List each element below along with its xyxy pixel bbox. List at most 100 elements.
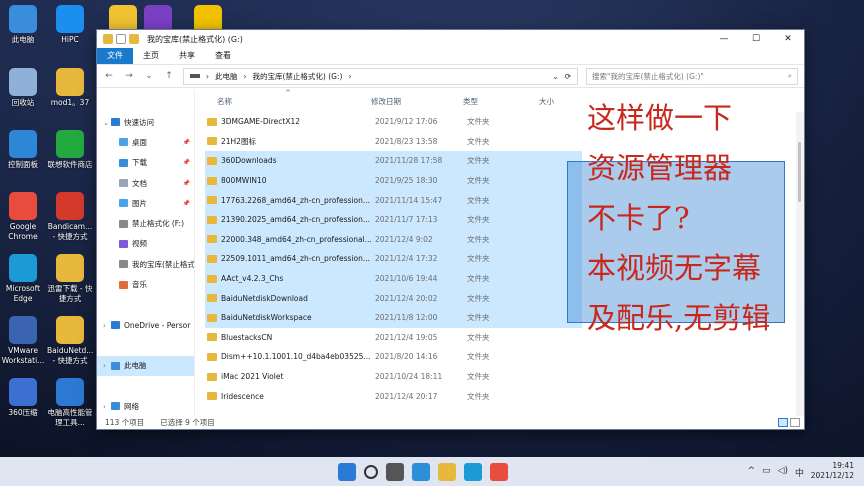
taskbar-edge-icon[interactable]: [464, 463, 482, 481]
table-row[interactable]: 22509.1011_amd64_zh-cn_profession... 2021…: [205, 249, 582, 269]
desktop-icon[interactable]: 此电脑: [0, 5, 46, 45]
minimize-button[interactable]: —: [708, 30, 740, 48]
desktop-icon[interactable]: 控制面板: [0, 130, 46, 170]
column-type[interactable]: 类型: [463, 96, 539, 107]
table-row[interactable]: 3DMGAME-DirectX12 2021/9/12 17:06 文件夹: [205, 112, 582, 132]
maximize-button[interactable]: ☐: [740, 30, 772, 48]
chevron-down-icon[interactable]: ⌄: [552, 72, 558, 81]
nav-item[interactable]: 桌面 📌: [97, 132, 194, 152]
column-name[interactable]: 名称: [217, 96, 371, 107]
taskbar-start-icon[interactable]: [338, 463, 356, 481]
taskbar-explorer-icon[interactable]: [438, 463, 456, 481]
table-row[interactable]: 360Downloads 2021/11/28 17:58 文件夹: [205, 151, 582, 171]
desktop-icon[interactable]: HiPC: [47, 5, 93, 45]
ime-icon[interactable]: 中: [795, 466, 804, 479]
nav-item[interactable]: 视频: [97, 234, 194, 254]
desktop-icon[interactable]: VMware Workstati...: [0, 316, 46, 366]
chevron-up-icon[interactable]: ^: [747, 466, 755, 479]
chevron-right-icon[interactable]: ›: [103, 321, 111, 330]
tiles-view-icon[interactable]: [790, 418, 800, 427]
taskbar-task-view-icon[interactable]: [386, 463, 404, 481]
path-segment-this-pc[interactable]: 此电脑: [215, 71, 238, 82]
desktop-icon[interactable]: BaiduNetd... - 快捷方式: [47, 316, 93, 366]
file-name: Dism++10.1.1001.10_d4ba4eb03525...: [221, 352, 371, 362]
file-date: 2021/12/4 9:02: [375, 234, 433, 244]
chevron-right-icon[interactable]: ›: [103, 361, 111, 370]
up-icon[interactable]: ↑: [163, 71, 175, 81]
table-row[interactable]: BaiduNetdiskDownload 2021/12/4 20:02 文件夹: [205, 288, 582, 308]
checkbox-icon[interactable]: [116, 34, 126, 44]
desktop-icon[interactable]: 360压缩: [0, 378, 46, 418]
search-placeholder: 搜索"我的宝库(禁止格式化) (G:)": [592, 71, 704, 81]
search-input[interactable]: 搜索"我的宝库(禁止格式化) (G:)" ⌕: [586, 67, 798, 85]
nav-item[interactable]: › 网络: [97, 396, 194, 416]
taskbar-search-icon[interactable]: [364, 465, 378, 479]
nav-item[interactable]: [97, 335, 194, 355]
nav-item[interactable]: ⌄ 快速访问: [97, 112, 194, 132]
ribbon-tab[interactable]: 主页: [133, 48, 169, 64]
scroll-thumb[interactable]: [798, 142, 801, 202]
desktop-icon[interactable]: Microsoft Edge: [0, 254, 46, 304]
folder-icon: [207, 313, 217, 322]
folder-icon[interactable]: [129, 34, 139, 44]
taskbar-chrome-icon[interactable]: [490, 463, 508, 481]
nav-item[interactable]: [97, 376, 194, 396]
nav-item[interactable]: 音乐: [97, 274, 194, 294]
table-row[interactable]: 22000.348_amd64_zh-cn_professional... 202…: [205, 229, 582, 250]
network-icon[interactable]: ▭: [762, 466, 771, 479]
forward-icon[interactable]: →: [123, 71, 135, 81]
volume-icon[interactable]: ◁): [778, 466, 788, 479]
address-path[interactable]: › 此电脑 › 我的宝库(禁止格式化) (G:) › ⌄ ⟳: [183, 67, 578, 85]
taskbar-widgets-icon[interactable]: [412, 463, 430, 481]
nav-item[interactable]: › 此电脑: [97, 355, 194, 376]
path-segment-drive[interactable]: 我的宝库(禁止格式化) (G:): [253, 71, 343, 82]
table-row[interactable]: iMac 2021 Violet 2021/10/24 18:11 文件夹: [205, 367, 582, 387]
table-row[interactable]: 21390.2025_amd64_zh-cn_profession... 2021…: [205, 210, 582, 230]
table-row[interactable]: Iridescence 2021/12/4 20:17 文件夹: [205, 386, 582, 406]
nav-item[interactable]: 下载 📌: [97, 153, 194, 173]
desktop-icon[interactable]: Google Chrome: [0, 192, 46, 242]
desktop-icon-label: 电脑高性能管理工具...: [47, 408, 93, 427]
ribbon-tab[interactable]: 查看: [205, 48, 241, 64]
navigation-pane: ⌄ 快速访问桌面 📌 下载 📌 文档 📌 图片 📌 禁止格式化 (F:) 视频我的宝库(禁止格式化)…: [97, 90, 195, 416]
nav-item[interactable]: 文档 📌: [97, 173, 194, 193]
ribbon-tab[interactable]: 共享: [169, 48, 205, 64]
table-row[interactable]: BluestacksCN 2021/12/4 19:05 文件夹: [205, 328, 582, 348]
chevron-down-icon[interactable]: ⌄: [143, 71, 155, 81]
table-row[interactable]: BaiduNetdiskWorkspace 2021/11/8 12:00 文件夹: [205, 308, 582, 328]
column-size[interactable]: 大小: [539, 96, 589, 107]
table-row[interactable]: 21H2图标 2021/8/23 13:58 文件夹: [205, 132, 582, 152]
folder-icon: [207, 294, 217, 303]
nav-item[interactable]: 我的宝库(禁止格式化): [97, 254, 194, 274]
details-view-icon[interactable]: [778, 418, 788, 427]
nav-item[interactable]: 图片 📌: [97, 193, 194, 213]
desktop-icon[interactable]: 联想软件商店: [47, 130, 93, 170]
desktop-icon[interactable]: 电脑高性能管理工具...: [47, 378, 93, 428]
nav-label: 文档: [132, 178, 147, 188]
file-explorer-window[interactable]: 我的宝库(禁止格式化) (G:) — ☐ ✕ 文件 主页 共享 查看 ← → ⌄ ↑ …: [96, 29, 805, 430]
clock[interactable]: 19:41 2021/12/12: [811, 461, 854, 481]
chevron-down-icon[interactable]: ⌄: [103, 118, 111, 127]
title-bar[interactable]: 我的宝库(禁止格式化) (G:) — ☐ ✕: [97, 30, 804, 48]
table-row[interactable]: Dism++10.1.1001.10_d4ba4eb03525... 2021/8…: [205, 347, 582, 367]
file-type: 文件夹: [467, 254, 490, 264]
table-row[interactable]: 800MWIN10 2021/9/25 18:30 文件夹: [205, 170, 582, 191]
file-date: 2021/11/8 12:00: [375, 313, 438, 323]
folder-icon: [207, 156, 217, 165]
desktop-icon[interactable]: 迅雷下载 - 快捷方式: [47, 254, 93, 304]
desktop-icon[interactable]: mod1。37: [47, 68, 93, 108]
table-row[interactable]: 17763.2268_amd64_zh-cn_profession... 2021…: [205, 190, 582, 210]
ribbon-tab[interactable]: 文件: [97, 48, 133, 64]
column-date[interactable]: 修改日期: [371, 96, 463, 107]
desktop-icon[interactable]: Bandicam... - 快捷方式: [47, 192, 93, 242]
desktop-icon[interactable]: 回收站: [0, 68, 46, 108]
chevron-right-icon[interactable]: ›: [103, 402, 111, 411]
nav-item[interactable]: 禁止格式化 (F:): [97, 213, 194, 233]
nav-item[interactable]: [97, 295, 194, 315]
vertical-scrollbar[interactable]: [796, 112, 804, 416]
nav-item[interactable]: › OneDrive - Persor: [97, 315, 194, 335]
table-row[interactable]: AAct_v4.2.3_Chs 2021/10/6 19:44 文件夹: [205, 268, 582, 289]
close-button[interactable]: ✕: [772, 30, 804, 48]
refresh-icon[interactable]: ⟳: [565, 72, 571, 81]
back-icon[interactable]: ←: [103, 71, 115, 81]
